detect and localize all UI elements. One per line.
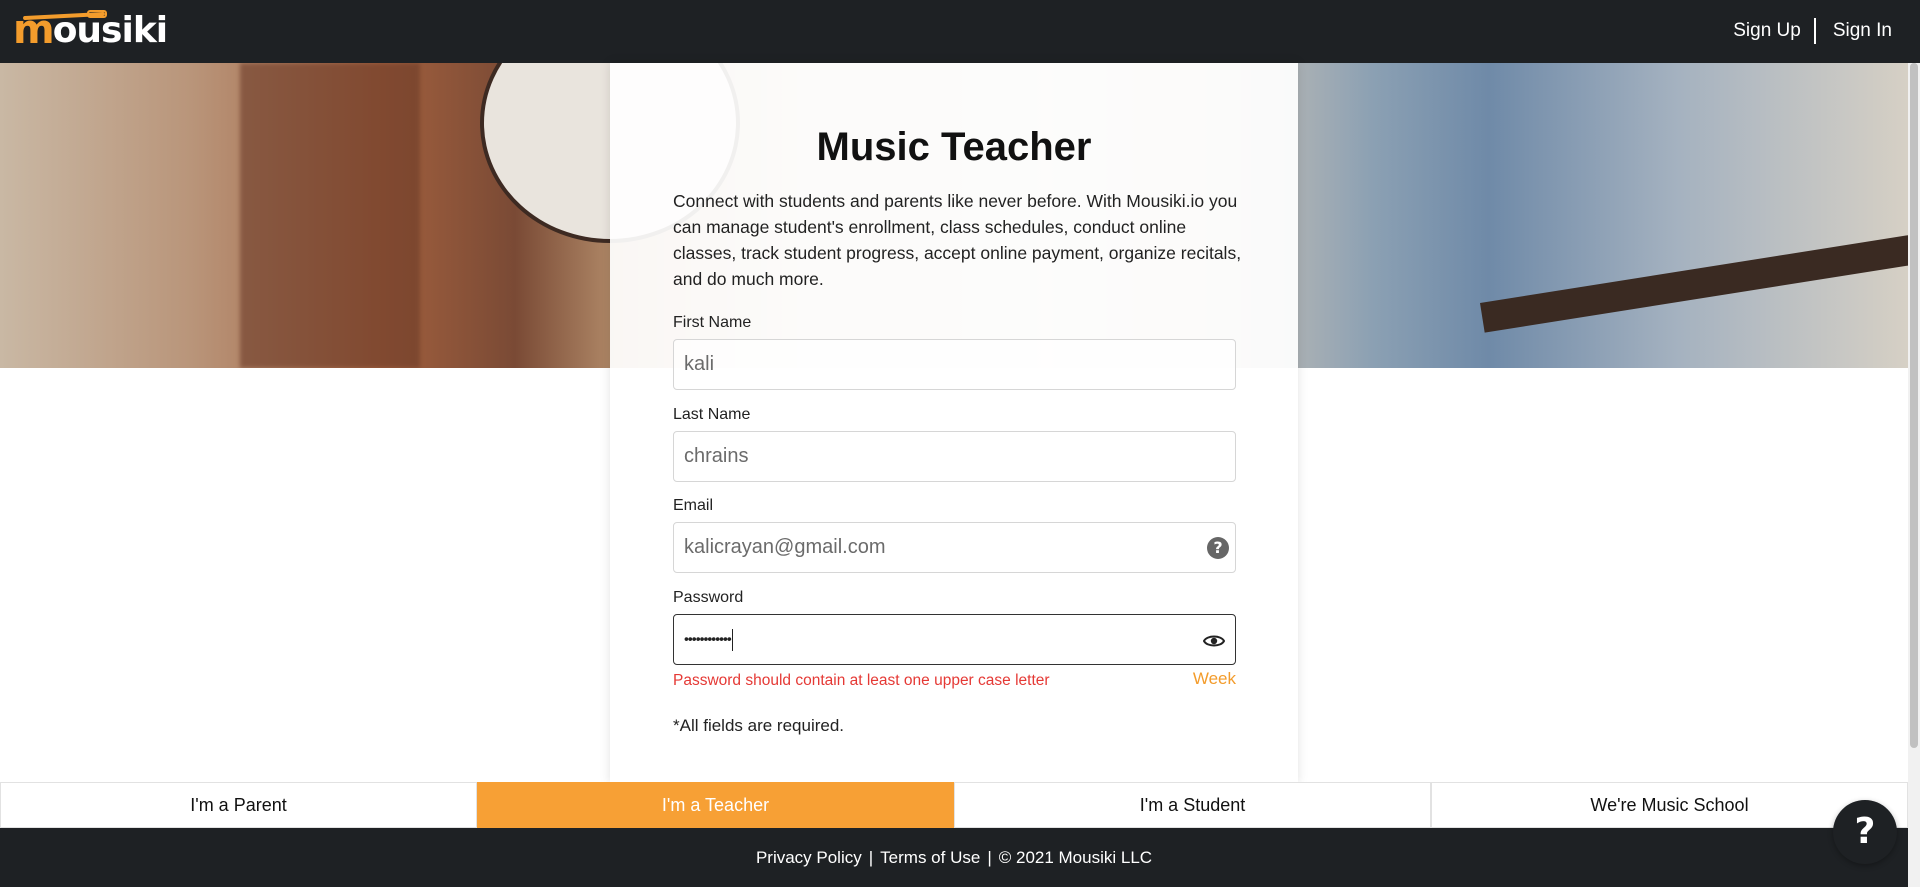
- password-strength-indicator: Week: [1192, 669, 1236, 688]
- auth-links: Sign Up Sign In: [1733, 18, 1892, 44]
- footer: Privacy Policy | Terms of Use | © 2021 M…: [0, 828, 1908, 887]
- question-circle-icon[interactable]: ?: [1207, 537, 1229, 559]
- eye-icon[interactable]: [1202, 632, 1226, 655]
- help-button[interactable]: ?: [1833, 800, 1897, 864]
- logo-guitar-head-shape: [87, 10, 107, 18]
- teacher-signup-card: Music Teacher Connect with students and …: [610, 63, 1298, 783]
- card-description: Connect with students and parents like n…: [673, 191, 1242, 289]
- top-navbar: m ousiki Sign Up Sign In: [0, 0, 1920, 63]
- email-label: Email: [673, 497, 714, 514]
- tab-parent[interactable]: I'm a Parent: [0, 782, 477, 828]
- role-tabs: I'm a Parent I'm a Teacher I'm a Student…: [0, 782, 1908, 828]
- password-error-message: Password should contain at least one upp…: [673, 672, 1050, 689]
- last-name-value: chrains: [684, 445, 749, 467]
- sign-up-link[interactable]: Sign Up: [1733, 20, 1801, 42]
- required-fields-note: *All fields are required.: [673, 716, 845, 735]
- first-name-label: First Name: [673, 314, 752, 331]
- last-name-field[interactable]: chrains: [673, 431, 1236, 482]
- password-label: Password: [673, 589, 744, 606]
- first-name-value: kali: [684, 353, 715, 375]
- hero-guitar-neck: [1480, 231, 1908, 333]
- email-value: kalicrayan@gmail.com: [684, 536, 886, 558]
- sign-in-link[interactable]: Sign In: [1833, 20, 1892, 42]
- copyright-text: © 2021 Mousiki LLC: [998, 847, 1153, 867]
- first-name-field[interactable]: kali: [673, 339, 1236, 390]
- page-scrollbar[interactable]: [1908, 63, 1920, 887]
- tab-student[interactable]: I'm a Student: [954, 782, 1431, 828]
- email-field[interactable]: kalicrayan@gmail.com ?: [673, 522, 1236, 573]
- footer-separator: |: [987, 847, 992, 867]
- password-value: ••••••••••••: [684, 628, 1235, 651]
- hero-guitar-body: [240, 63, 420, 368]
- text-caret: [731, 628, 733, 651]
- terms-of-use-link[interactable]: Terms of Use: [880, 848, 980, 868]
- password-field[interactable]: ••••••••••••: [673, 614, 1236, 665]
- privacy-policy-link[interactable]: Privacy Policy: [756, 848, 862, 868]
- footer-separator: |: [868, 847, 874, 867]
- tab-teacher[interactable]: I'm a Teacher: [477, 782, 954, 828]
- scrollbar-thumb[interactable]: [1910, 63, 1918, 748]
- password-dots: ••••••••••••: [684, 630, 732, 647]
- nav-divider: [1813, 18, 1816, 44]
- page-title: Music Teacher: [816, 125, 1092, 169]
- mousiki-logo[interactable]: m ousiki: [13, 10, 168, 50]
- last-name-label: Last Name: [673, 406, 751, 423]
